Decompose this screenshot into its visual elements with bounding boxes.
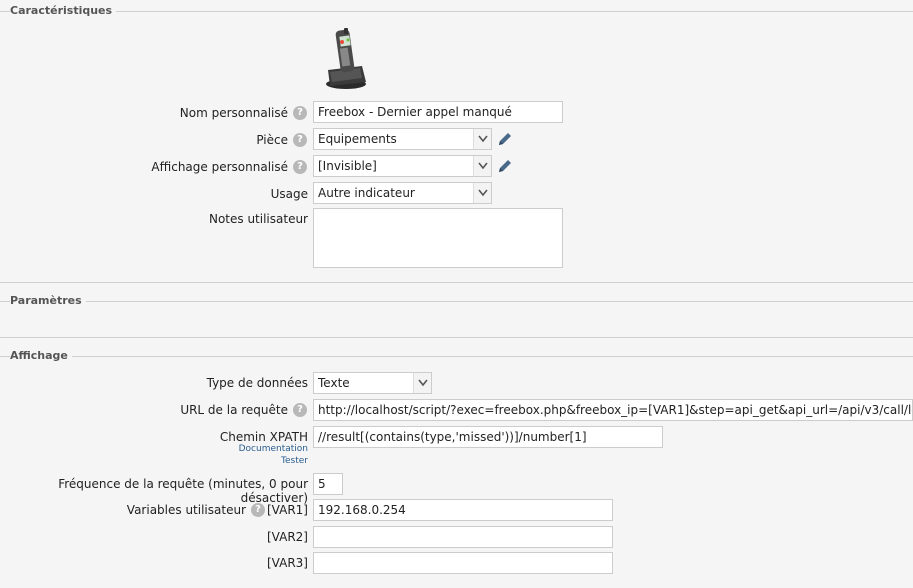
var2-label: [VAR2] xyxy=(267,530,308,544)
notes-textarea[interactable] xyxy=(313,208,563,268)
section-line-caracteristiques xyxy=(0,11,913,12)
help-icon[interactable]: ? xyxy=(293,106,307,120)
url-input[interactable]: http://localhost/script/?exec=freebox.ph… xyxy=(313,399,913,421)
type-value: Texte xyxy=(318,376,350,390)
var1-input[interactable]: 192.168.0.254 xyxy=(313,499,613,521)
variables-label: Variables utilisateur xyxy=(126,503,246,517)
xpath-label: Chemin XPATH xyxy=(219,430,308,444)
chevron-down-icon[interactable] xyxy=(473,129,491,149)
nom-input[interactable]: Freebox - Dernier appel manqué xyxy=(313,101,563,123)
help-icon[interactable]: ? xyxy=(293,160,307,174)
nom-label: Nom personnalisé xyxy=(179,106,288,120)
piece-label: Pièce xyxy=(256,133,288,147)
type-select[interactable]: Texte xyxy=(313,372,432,394)
tester-link[interactable]: Tester xyxy=(281,456,308,466)
type-label: Type de données xyxy=(206,376,308,390)
documentation-link[interactable]: Documentation xyxy=(239,444,308,454)
section-title-affichage: Affichage xyxy=(10,349,72,363)
help-icon[interactable]: ? xyxy=(293,403,307,417)
xpath-input[interactable]: //result[(contains(type,'missed'))]/numb… xyxy=(313,426,663,448)
piece-value: Equipements xyxy=(318,132,397,146)
piece-select[interactable]: Equipements xyxy=(313,128,492,150)
pencil-icon[interactable] xyxy=(497,131,513,147)
var1-label: [VAR1] xyxy=(267,503,308,517)
usage-select[interactable]: Autre indicateur xyxy=(313,182,492,204)
usage-label: Usage xyxy=(270,187,308,201)
frequence-input[interactable]: 5 xyxy=(313,473,343,495)
help-icon[interactable]: ? xyxy=(293,133,307,147)
var3-input[interactable] xyxy=(313,552,613,574)
chevron-down-icon[interactable] xyxy=(473,183,491,203)
affichage-perso-label: Affichage personnalisé xyxy=(151,160,288,174)
var3-label: [VAR3] xyxy=(267,556,308,570)
section-title-caracteristiques: Caractéristiques xyxy=(10,4,117,18)
var2-input[interactable] xyxy=(313,526,613,548)
divider xyxy=(0,282,913,283)
notes-label: Notes utilisateur xyxy=(208,212,308,226)
frequence-label: Fréquence de la requête (minutes, 0 pour… xyxy=(58,477,308,505)
chevron-down-icon[interactable] xyxy=(413,373,431,393)
help-icon[interactable]: ? xyxy=(251,503,265,517)
section-line-affichage xyxy=(0,356,913,357)
affichage-perso-value: [Invisible] xyxy=(318,159,377,173)
usage-value: Autre indicateur xyxy=(318,186,415,200)
chevron-down-icon[interactable] xyxy=(473,156,491,176)
divider xyxy=(0,337,913,338)
section-title-parametres: Paramètres xyxy=(10,294,86,308)
affichage-perso-select[interactable]: [Invisible] xyxy=(313,155,492,177)
url-label: URL de la requête xyxy=(180,403,288,417)
phone-device-icon xyxy=(326,28,366,89)
section-line-parametres xyxy=(0,301,913,302)
pencil-icon[interactable] xyxy=(497,158,513,174)
